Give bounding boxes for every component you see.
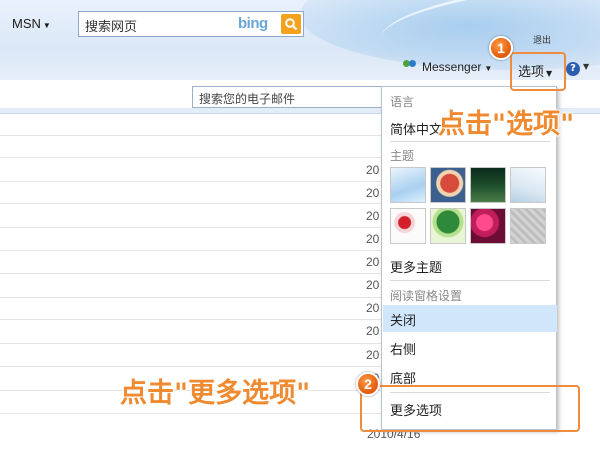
messenger-menu[interactable]: Messenger ▼ — [403, 60, 492, 74]
table-row-divider — [0, 135, 385, 136]
msn-label: MSN — [12, 16, 41, 31]
table-row-divider — [0, 203, 385, 204]
theme-thumbnail-tree[interactable] — [430, 208, 466, 244]
table-row-divider — [0, 157, 385, 158]
mail-search-input[interactable]: 搜索您的电子邮件 — [192, 86, 382, 108]
messenger-label: Messenger — [422, 60, 482, 74]
theme-thumbnail-dark-grass[interactable] — [470, 167, 506, 203]
table-row-divider — [0, 250, 385, 251]
theme-thumbnail-girl[interactable] — [430, 167, 466, 203]
help-icon[interactable]: ? — [566, 62, 580, 76]
web-search-input[interactable]: 搜索网页 bing — [78, 11, 304, 37]
theme-thumbnail-flower[interactable] — [390, 208, 426, 244]
step-2-badge: 2 — [356, 372, 380, 396]
bing-logo: bing — [238, 15, 268, 32]
logout-link[interactable]: 退出 — [533, 33, 551, 46]
menu-section-theme: 主题 — [390, 149, 415, 163]
theme-thumbnail-pink-flower[interactable] — [470, 208, 506, 244]
highlight-more-options — [360, 385, 580, 432]
theme-thumbnail-sky[interactable] — [390, 167, 426, 203]
table-row-divider — [0, 343, 385, 344]
menu-item-reading-pane-right[interactable]: 右侧 — [390, 339, 416, 358]
web-search-placeholder: 搜索网页 — [85, 20, 138, 35]
table-row-divider — [0, 366, 385, 367]
theme-thumbnail-paper[interactable] — [510, 167, 546, 203]
table-row-divider — [0, 413, 385, 414]
step-1-callout: 点击"选项" — [437, 108, 575, 141]
table-row-divider — [0, 319, 385, 320]
menu-section-reading-pane: 阅读窗格设置 — [390, 289, 463, 303]
search-icon — [285, 18, 298, 31]
messenger-icon — [403, 60, 419, 72]
step-1-badge: 1 — [489, 36, 513, 60]
menu-divider — [390, 141, 550, 142]
search-button[interactable] — [281, 14, 301, 34]
chevron-down-icon[interactable]: ▼ — [583, 62, 589, 71]
table-row-divider — [0, 181, 385, 182]
highlight-options-button — [510, 52, 566, 91]
table-row-divider — [0, 227, 385, 228]
menu-divider — [390, 280, 550, 281]
table-row-divider — [0, 297, 385, 298]
chevron-down-icon: ▼ — [484, 64, 493, 73]
menu-section-language: 语言 — [390, 95, 415, 109]
step-2-callout: 点击"更多选项" — [119, 377, 311, 410]
msn-menu[interactable]: MSN ▼ — [12, 16, 51, 31]
table-row-divider — [0, 273, 385, 274]
chevron-down-icon: ▼ — [42, 21, 51, 30]
theme-thumbnail-gray-texture[interactable] — [510, 208, 546, 244]
menu-item-language[interactable]: 简体中文 — [390, 119, 442, 138]
menu-item-more-themes[interactable]: 更多主题 — [390, 257, 442, 276]
menu-item-reading-pane-off[interactable]: 关闭 — [390, 310, 416, 329]
